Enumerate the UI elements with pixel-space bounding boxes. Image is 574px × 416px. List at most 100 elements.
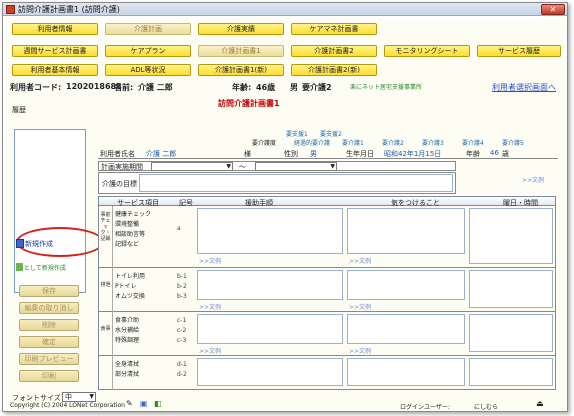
nav-plan1-button[interactable]: 介護計画書1 <box>198 45 284 57</box>
code-list: d-1 d-2 <box>177 360 187 380</box>
care-level-3[interactable]: 要介護3 <box>422 138 444 147</box>
procedure-cell[interactable] <box>197 208 343 254</box>
nav-care-plan-button[interactable]: 介護計画 <box>105 23 191 35</box>
exit-icon[interactable]: ⏏ <box>536 399 544 408</box>
nav-care-record-button[interactable]: 介護実績 <box>198 23 284 35</box>
list-item: 水分補給 <box>115 327 140 334</box>
day-time-cell[interactable] <box>469 314 553 352</box>
nav-monitoring-button[interactable]: モニタリングシート <box>384 45 470 57</box>
delete-button[interactable]: 削除 <box>19 319 79 331</box>
document-icon <box>16 239 24 248</box>
table-row: 全身清拭 部分清拭 d-1 d-2 <box>98 356 556 390</box>
support-level-1[interactable]: 要支援1 <box>286 129 308 138</box>
goal-label: 介護の目標 <box>102 180 137 188</box>
status-bar: Copyright (C) 2004 LONet Corporation ✎ ▣… <box>6 399 564 411</box>
caution-cell[interactable] <box>347 208 465 254</box>
nav-plan2-button[interactable]: 介護計画書2 <box>291 45 377 57</box>
title-bar: 訪問介護計画書1 (訪問介護) ✕ <box>3 3 567 16</box>
confirm-button[interactable]: 確定 <box>19 336 79 348</box>
cancel-edit-button[interactable]: 編集の取り消し <box>19 302 79 314</box>
care-transitional[interactable]: 経過的要介護 <box>294 138 330 147</box>
care-level-label: 要介護度 <box>252 140 277 147</box>
procedure-example-link[interactable]: >>文例 <box>199 346 221 355</box>
code-list: b-1 b-2 b-3 <box>177 272 187 302</box>
nav-basic-info-button[interactable]: 利用者基本情報 <box>12 64 98 76</box>
table-row: 食事 食事介助 水分補給 特殊調理 c-1 c-2 c-3 >>文例 >>文例 <box>98 312 556 356</box>
left-panel: 履歴 新規作成 として新規作成 保存 編集の取り消し 削除 確定 印刷プレビュー… <box>10 105 104 409</box>
user-detail-row: 利用者氏名 介護 二郎 様 性別 男 生年月日 昭和42年1月15日 年齢 46… <box>98 148 558 159</box>
period-end-input[interactable]: ▼ <box>255 162 337 171</box>
user-name-value: 介護 二郎 <box>146 150 177 158</box>
day-time-cell[interactable] <box>469 270 553 308</box>
day-time-cell[interactable] <box>469 208 553 264</box>
code-item: c-1 <box>177 317 187 324</box>
procedure-example-link[interactable]: >>文例 <box>199 302 221 311</box>
nav-adl-button[interactable]: ADL等状況 <box>105 64 191 76</box>
nav-plan2-new-button[interactable]: 介護計画書2(新) <box>291 64 377 76</box>
chevron-down-icon: ▼ <box>226 163 231 170</box>
code-item: b-2 <box>177 283 187 290</box>
caution-example-link[interactable]: >>文例 <box>349 256 371 265</box>
care-level-2[interactable]: 要介護2 <box>382 138 404 147</box>
dob-value: 昭和42年1月15日 <box>384 150 442 158</box>
nav-careplan-button[interactable]: ケアプラン <box>105 45 191 57</box>
code-list: c-1 c-2 c-3 <box>177 316 186 346</box>
day-time-cell[interactable] <box>469 358 553 386</box>
sama-label: 様 <box>244 150 251 158</box>
new-create-button[interactable]: 新規作成 <box>16 239 53 249</box>
content-area: 利用者情報 介護計画 介護実績 ケアマネ計画書 週間サービス計画書 ケアプラン … <box>6 19 564 411</box>
age-row-label: 年齢 <box>466 150 480 158</box>
print-button[interactable]: 印刷 <box>19 370 79 382</box>
list-item: トイレ利用 <box>115 273 146 280</box>
nav-weekly-service-button[interactable]: 週間サービス計画書 <box>12 45 98 57</box>
pen-icon[interactable]: ✎ <box>126 399 133 408</box>
age-row-value: 46 <box>490 149 499 157</box>
settings-icon[interactable]: ▣ <box>140 399 148 408</box>
user-name: 介護 二郎 <box>138 83 173 92</box>
document-title: 訪問介護計画書1 <box>218 99 280 108</box>
code-item: a <box>177 225 181 232</box>
close-button[interactable]: ✕ <box>541 4 565 15</box>
care-level-4[interactable]: 要介護4 <box>462 138 484 147</box>
category-cell <box>99 356 113 390</box>
select-user-link[interactable]: 利用者選択画面へ <box>492 82 556 93</box>
goal-row: 介護の目標 <box>98 172 456 194</box>
copy-icon <box>16 263 23 271</box>
list-item: 特殊調理 <box>115 337 140 344</box>
list-item: 全身清拭 <box>115 361 140 368</box>
procedure-example-link[interactable]: >>文例 <box>199 256 221 265</box>
code-item: b-3 <box>177 293 187 300</box>
code-item: b-1 <box>177 273 187 280</box>
print-preview-button[interactable]: 印刷プレビュー <box>19 353 79 365</box>
main-window: 訪問介護計画書1 (訪問介護) ✕ 利用者情報 介護計画 介護実績 ケアマネ計画… <box>2 2 568 412</box>
goal-example-link[interactable]: >>文例 <box>522 175 544 184</box>
sex-value: 男 <box>310 150 317 158</box>
nav-plan1-new-button[interactable]: 介護計画書1(新) <box>198 64 284 76</box>
sex-label: 性別 <box>284 150 298 158</box>
as-new-label: として新規作成 <box>24 265 66 272</box>
period-row: 計画実施期間 ▼ ～ ▼ <box>98 161 456 171</box>
caution-cell[interactable] <box>347 270 465 300</box>
nav-user-info-button[interactable]: 利用者情報 <box>12 23 98 35</box>
period-start-input[interactable]: ▼ <box>151 162 233 171</box>
save-button[interactable]: 保存 <box>19 285 79 297</box>
caution-example-link[interactable]: >>文例 <box>349 346 371 355</box>
as-new-button[interactable]: として新規作成 <box>16 263 66 272</box>
nav-service-history-button[interactable]: サービス履歴 <box>477 45 561 57</box>
procedure-cell[interactable] <box>197 270 343 300</box>
category-cell: 食事 <box>99 312 113 356</box>
code-item: c-2 <box>177 327 187 334</box>
caution-cell[interactable] <box>347 314 465 344</box>
nav-caremanager-plan-button[interactable]: ケアマネ計画書 <box>291 23 377 35</box>
procedure-cell[interactable] <box>197 358 343 386</box>
caution-cell[interactable] <box>347 358 465 386</box>
calendar-icon[interactable]: ◧ <box>154 399 162 408</box>
care-level-5[interactable]: 要介護5 <box>502 138 524 147</box>
caution-example-link[interactable]: >>文例 <box>349 302 371 311</box>
goal-textarea[interactable] <box>139 174 453 192</box>
table-row: 事前チェック・記録 健康チェック 環境整備 相談助言等 記録など a >>文例 … <box>98 206 556 268</box>
support-level-2[interactable]: 要支援2 <box>320 129 342 138</box>
item-list: トイレ利用 Pトイレ オムツ交換 <box>115 272 145 302</box>
procedure-cell[interactable] <box>197 314 343 344</box>
care-level-1[interactable]: 要介護1 <box>342 138 364 147</box>
